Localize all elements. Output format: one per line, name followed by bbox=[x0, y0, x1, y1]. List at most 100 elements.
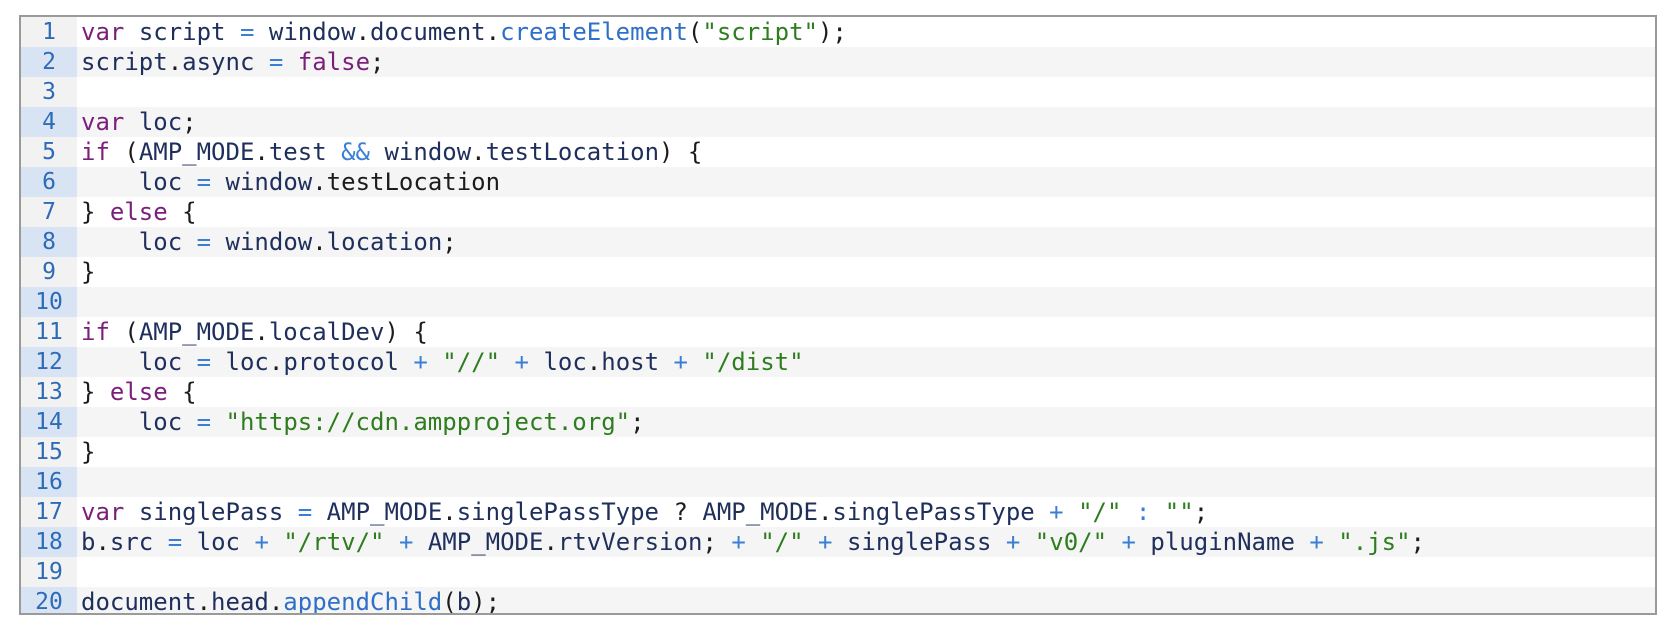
code-token: head bbox=[211, 588, 269, 615]
code-token: "https://cdn.ampproject.org" bbox=[225, 408, 631, 436]
code-line: 20 document.head.appendChild(b); bbox=[21, 587, 1655, 615]
code-token: . bbox=[355, 18, 371, 46]
code-token: { bbox=[687, 138, 703, 166]
code-text: loc = "https://cdn.ampproject.org"; bbox=[77, 407, 1655, 437]
code-token: script bbox=[81, 48, 168, 76]
code-token: ) bbox=[659, 138, 674, 166]
code-text: b.src = loc + "/rtv/" + AMP_MODE.rtvVers… bbox=[77, 527, 1655, 557]
code-token: . bbox=[268, 588, 284, 615]
code-token: host bbox=[601, 348, 660, 376]
code-token: document bbox=[370, 18, 486, 46]
code-text: document.head.appendChild(b); bbox=[77, 587, 1655, 615]
code-token: testLocation bbox=[485, 138, 660, 166]
code-token: + bbox=[1309, 528, 1324, 556]
code-token: ); bbox=[471, 588, 501, 615]
code-token: ; bbox=[1193, 498, 1209, 526]
code-token: "" bbox=[1164, 498, 1194, 526]
code-token: ); bbox=[817, 18, 847, 46]
code-line: 14 loc = "https://cdn.ampproject.org"; bbox=[21, 407, 1655, 437]
code-token: = bbox=[196, 168, 212, 196]
code-token: "/dist" bbox=[702, 348, 804, 376]
code-text: var singlePass = AMP_MODE.singlePassType… bbox=[77, 497, 1655, 527]
line-number: 20 bbox=[21, 587, 77, 613]
code-token: = bbox=[268, 48, 284, 76]
code-line: 2 script.async = false; bbox=[21, 47, 1655, 77]
code-token: } bbox=[81, 378, 96, 406]
code-token: var bbox=[81, 18, 125, 46]
code-line: 4 var loc; bbox=[21, 107, 1655, 137]
code-token: loc bbox=[138, 108, 183, 136]
code-token: . bbox=[817, 498, 833, 526]
code-viewer[interactable]: 1 var script = window.document.createElem… bbox=[19, 15, 1657, 615]
code-token: . bbox=[254, 138, 269, 166]
code-token: protocol bbox=[283, 348, 399, 376]
line-number: 4 bbox=[21, 107, 77, 137]
code-token: + bbox=[514, 348, 529, 376]
code-token: { bbox=[182, 378, 197, 406]
code-token: "/rtv/" bbox=[283, 528, 385, 556]
code-text: var loc; bbox=[77, 107, 1655, 137]
code-token: + bbox=[1121, 528, 1136, 556]
code-token: : bbox=[1135, 498, 1151, 526]
code-token: async bbox=[182, 48, 255, 76]
code-line: 9} bbox=[21, 257, 1655, 287]
code-token: + bbox=[398, 528, 414, 556]
code-token: + bbox=[731, 528, 746, 556]
code-text: } bbox=[77, 437, 1655, 467]
code-token: + bbox=[673, 348, 688, 376]
code-text: } else { bbox=[77, 197, 1655, 227]
code-token: = bbox=[239, 18, 255, 46]
code-token: loc bbox=[138, 408, 183, 436]
code-token: if bbox=[81, 318, 110, 346]
code-token: false bbox=[297, 48, 371, 76]
code-token: testLocation bbox=[326, 168, 501, 196]
line-number: 3 bbox=[21, 77, 77, 107]
code-token: if bbox=[81, 138, 110, 166]
code-line: 8 loc = window.location; bbox=[21, 227, 1655, 257]
code-token: + bbox=[254, 528, 269, 556]
code-token: script bbox=[138, 18, 226, 46]
line-number: 16 bbox=[21, 467, 77, 497]
code-line: 1 var script = window.document.createElem… bbox=[21, 17, 1655, 47]
code-token: window bbox=[225, 168, 313, 196]
code-line: 19 bbox=[21, 557, 1655, 587]
code-token: rtvVersion bbox=[557, 528, 703, 556]
code-token: ; bbox=[630, 408, 645, 436]
code-token: . bbox=[442, 498, 457, 526]
code-token: = bbox=[196, 228, 212, 256]
code-token: AMP_MODE bbox=[326, 498, 443, 526]
code-line: 16 bbox=[21, 467, 1655, 497]
code-token: . bbox=[196, 588, 212, 615]
line-number: 13 bbox=[21, 377, 77, 407]
